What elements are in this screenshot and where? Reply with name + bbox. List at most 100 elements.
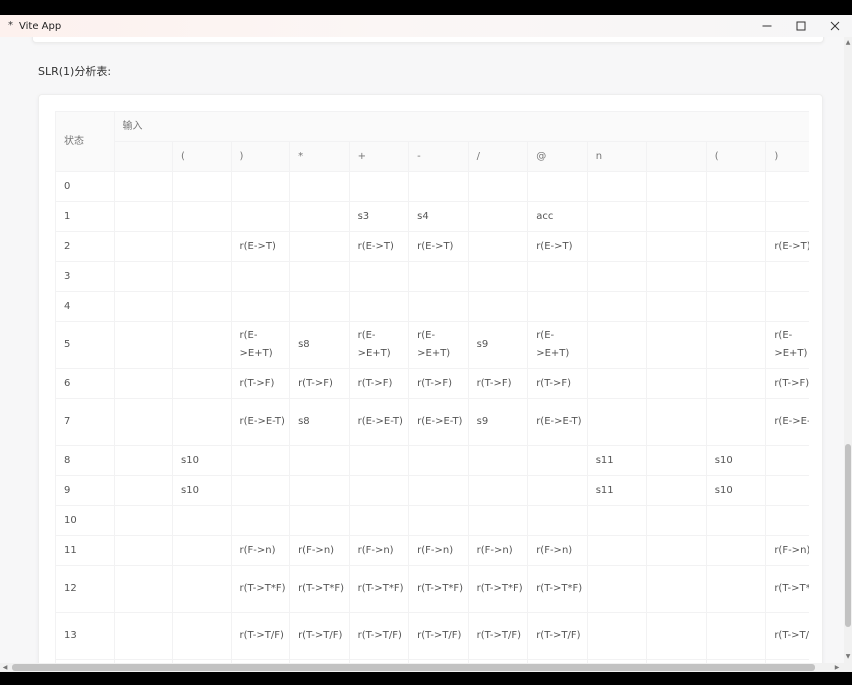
action-cell: r(T->F) xyxy=(230,368,291,399)
action-cell xyxy=(646,535,707,566)
action-cell xyxy=(348,261,410,292)
state-cell: 7 xyxy=(55,398,115,446)
slr-table: 状态 输入 () * + - / @ n() 0 1 s3 s4 acc 2 r(E->T) r(E->T… xyxy=(55,111,809,663)
action-cell: r(E->E-T) xyxy=(348,398,410,446)
table-row: 1 s3 s4 acc xyxy=(55,201,809,232)
action-cell xyxy=(289,505,350,536)
state-cell: 13 xyxy=(55,612,115,660)
action-cell xyxy=(527,445,588,476)
close-button[interactable] xyxy=(818,15,852,37)
action-cell xyxy=(113,612,174,660)
action-cell xyxy=(646,505,707,536)
horizontal-scrollbar[interactable]: ◀ ▶ xyxy=(0,663,852,672)
input-header: 输入 xyxy=(113,111,809,142)
action-cell xyxy=(289,261,350,292)
action-cell xyxy=(289,231,350,262)
action-cell xyxy=(230,475,291,506)
action-cell: s8 xyxy=(289,398,350,446)
action-cell: r(E->E-T) xyxy=(527,398,588,446)
action-cell: r(F->n) xyxy=(467,535,529,566)
table-scroll-area[interactable]: 状态 输入 () * + - / @ n() 0 1 s3 s4 acc 2 r(E->T) r(E->T… xyxy=(55,111,809,663)
action-cell xyxy=(527,475,588,506)
scroll-up-arrow-icon[interactable]: ▲ xyxy=(845,40,851,46)
action-cell xyxy=(172,291,232,322)
action-cell xyxy=(230,171,291,202)
action-cell xyxy=(705,231,767,262)
action-cell xyxy=(172,505,232,536)
action-cell xyxy=(113,231,174,262)
action-cell xyxy=(765,475,809,506)
action-cell: r(T->T/F) xyxy=(348,612,410,660)
scroll-left-arrow-icon[interactable]: ◀ xyxy=(2,664,8,671)
action-cell xyxy=(646,171,707,202)
action-cell: r(E->E-T) xyxy=(408,398,469,446)
table-row: 6 r(T->F) r(T->F) r(T->F) r(T->F) r(T->F) r(T-… xyxy=(55,368,809,399)
action-cell xyxy=(289,171,350,202)
action-cell: r(T->F) xyxy=(765,368,809,399)
table-row: 5 r(E->E+T) s8 r(E->E+T) r(E->E+T) s9 r(E->E+T… xyxy=(55,321,809,369)
action-cell: r(E->E+T) xyxy=(230,321,291,369)
action-cell xyxy=(408,475,469,506)
action-cell xyxy=(230,505,291,536)
action-cell xyxy=(348,445,410,476)
action-cell xyxy=(467,201,529,232)
action-cell: r(T->T/F) xyxy=(230,612,291,660)
action-cell: r(F->n) xyxy=(527,535,588,566)
vertical-scroll-thumb[interactable] xyxy=(845,444,851,627)
action-cell xyxy=(467,475,529,506)
action-cell xyxy=(289,291,350,322)
state-header: 状态 xyxy=(55,111,115,172)
action-cell: r(T->T*F) xyxy=(230,565,291,613)
action-cell xyxy=(586,171,648,202)
action-cell xyxy=(408,261,469,292)
scroll-down-arrow-icon[interactable]: ▼ xyxy=(845,654,851,660)
action-cell xyxy=(586,505,648,536)
action-cell xyxy=(765,261,809,292)
action-cell: r(T->T*F) xyxy=(765,565,809,613)
action-cell: s8 xyxy=(289,321,350,369)
minimize-button[interactable] xyxy=(750,15,784,37)
maximize-button[interactable] xyxy=(784,15,818,37)
action-cell xyxy=(113,201,174,232)
action-cell xyxy=(467,445,529,476)
action-cell xyxy=(172,261,232,292)
window-title: Vite App xyxy=(19,20,62,32)
action-cell: r(E->E+T) xyxy=(765,321,809,369)
action-cell xyxy=(172,368,232,399)
action-cell xyxy=(172,231,232,262)
action-cell xyxy=(113,398,174,446)
action-cell xyxy=(467,231,529,262)
action-cell xyxy=(705,321,767,369)
action-cell: s10 xyxy=(172,445,232,476)
action-cell: s10 xyxy=(705,475,767,506)
state-cell: 0 xyxy=(55,171,115,202)
symbol-header: @ xyxy=(527,141,588,172)
app-icon: * xyxy=(8,20,13,31)
action-cell: s4 xyxy=(408,201,469,232)
vertical-scrollbar[interactable]: ▲ ▼ xyxy=(844,37,852,663)
action-cell xyxy=(705,171,767,202)
action-cell: s11 xyxy=(586,445,648,476)
scroll-right-arrow-icon[interactable]: ▶ xyxy=(834,664,840,671)
action-cell xyxy=(705,535,767,566)
action-cell xyxy=(646,475,707,506)
page-viewport: SLR(1)分析表: 状态 输入 () * + - / @ n() 0 1 s3 s4 acc 2 r(… xyxy=(0,37,852,663)
action-cell: s10 xyxy=(172,475,232,506)
symbol-header: ) xyxy=(765,141,809,172)
action-cell: r(E->E-T) xyxy=(230,398,291,446)
action-cell xyxy=(113,171,174,202)
symbol-header: / xyxy=(467,141,529,172)
action-cell xyxy=(705,201,767,232)
action-cell xyxy=(113,505,174,536)
action-cell xyxy=(230,445,291,476)
horizontal-scroll-thumb[interactable] xyxy=(12,664,815,671)
action-cell xyxy=(646,321,707,369)
action-cell xyxy=(113,565,174,613)
action-cell xyxy=(646,398,707,446)
action-cell xyxy=(527,171,588,202)
action-cell: acc xyxy=(527,201,588,232)
action-cell xyxy=(705,505,767,536)
action-cell xyxy=(646,612,707,660)
action-cell: r(T->T/F) xyxy=(408,612,469,660)
action-cell xyxy=(586,368,648,399)
